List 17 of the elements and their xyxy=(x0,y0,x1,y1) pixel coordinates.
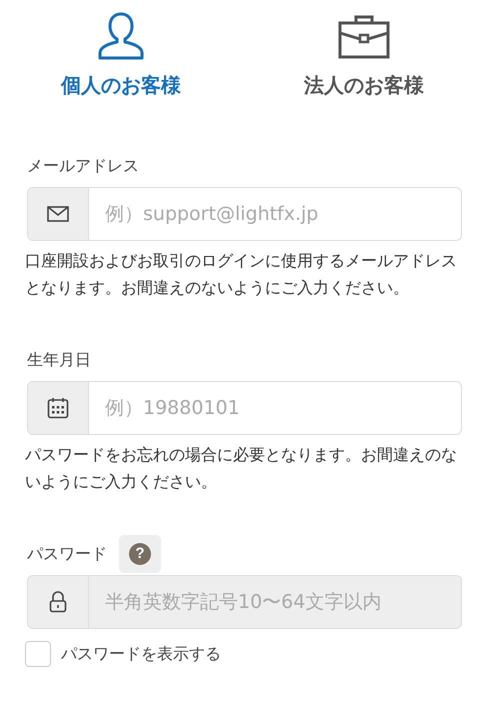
person-icon xyxy=(97,10,145,62)
text-field[interactable]: 例）19880101 xyxy=(27,381,462,435)
checkbox-label[interactable]: パスワードを表示する xyxy=(61,644,221,664)
field-label: 生年月日 xyxy=(27,350,91,370)
lock-icon xyxy=(49,591,67,613)
hint-text: 口座開設およびお取引のログインに使用するメールアドレスとなります。お間違えのないようにご入力ください。 xyxy=(25,250,458,299)
field-label: メールアドレス xyxy=(27,156,139,176)
hint-text: パスワードをお忘れの場合に必要となります。お間違えのないようにご入力ください。 xyxy=(25,444,458,493)
checkbox[interactable] xyxy=(25,641,51,667)
field-label: パスワード xyxy=(27,544,107,564)
customer-tab[interactable]: 個人のお客様 xyxy=(61,10,181,99)
calendar-icon xyxy=(47,397,69,419)
text-field[interactable]: 例）support@lightfx.jp xyxy=(27,187,462,241)
input-field[interactable]: 例）support@lightfx.jp xyxy=(89,188,461,240)
input-field[interactable]: 例）19880101 xyxy=(89,382,461,434)
customer-tab[interactable]: 法人のお客様 xyxy=(304,10,424,99)
mail-icon xyxy=(47,206,69,222)
